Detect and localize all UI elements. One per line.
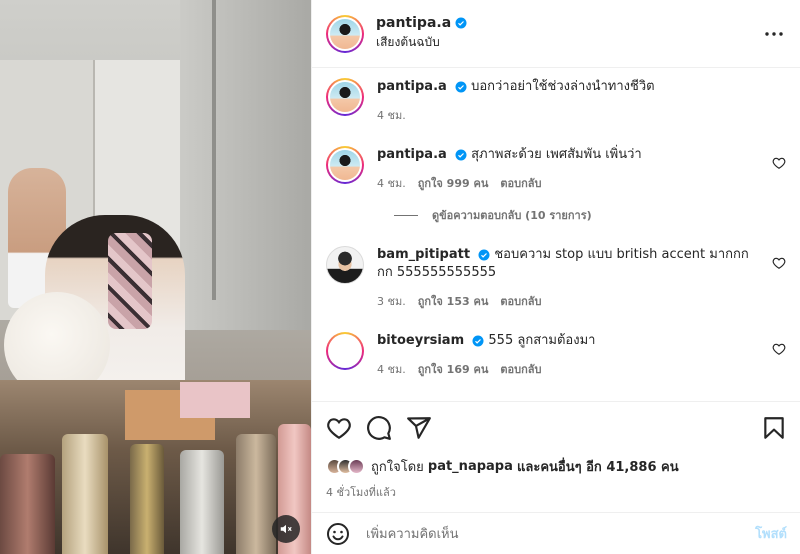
liker-avatars bbox=[326, 458, 365, 475]
share-icon[interactable] bbox=[406, 415, 432, 441]
comment-item: pantipa.a สุภาพสะด้วย เพศสัมพัน เพิ่นว่า… bbox=[326, 146, 786, 192]
timestamp[interactable]: 4 ชม. bbox=[377, 360, 406, 378]
post-caption: pantipa.a บอกว่าอย่าใช้ช่วงล่างนำทางชีวิ… bbox=[326, 78, 786, 124]
verified-icon bbox=[472, 335, 484, 346]
comment-text: สุภาพสะด้วย เพศสัมพัน เพิ่นว่า bbox=[471, 147, 642, 162]
liker-username[interactable]: pat_napapa bbox=[428, 459, 513, 474]
verified-icon bbox=[455, 17, 467, 29]
post-actions: ถูกใจโดย pat_napapa และคนอื่นๆ อีก 41,88… bbox=[312, 401, 800, 501]
avatar[interactable] bbox=[326, 246, 364, 284]
comment-username[interactable]: pantipa.a bbox=[377, 79, 447, 94]
post-viewer: pantipa.a เสียงต้นฉบับ pantipa.a บอกว่าอ… bbox=[0, 0, 800, 554]
comment-line: bam_pitipatt ชอบความ stop แบบ british ac… bbox=[377, 246, 756, 282]
verified-icon bbox=[478, 249, 490, 260]
reply-button[interactable]: ตอบกลับ bbox=[500, 360, 541, 378]
comment-input[interactable]: เพิ่มความคิดเห็น bbox=[366, 523, 755, 544]
more-options-button[interactable] bbox=[762, 22, 786, 46]
caption-text: บอกว่าอย่าใช้ช่วงล่างนำทางชีวิต bbox=[471, 79, 655, 94]
comment-line: bitoeyrsiam 555 ลูกสามต้องมา bbox=[377, 332, 756, 350]
comments-list[interactable]: pantipa.a บอกว่าอย่าใช้ช่วงล่างนำทางชีวิ… bbox=[312, 68, 800, 401]
comment-line: pantipa.a สุภาพสะด้วย เพศสัมพัน เพิ่นว่า bbox=[377, 146, 756, 164]
caption-line: pantipa.a บอกว่าอย่าใช้ช่วงล่างนำทางชีวิ… bbox=[377, 78, 756, 96]
comment-meta: 4 ชม. ถูกใจ 999 คน ตอบกลับ bbox=[377, 174, 756, 192]
likes-summary: ถูกใจโดย pat_napapa และคนอื่นๆ อีก 41,88… bbox=[326, 456, 787, 477]
reply-button[interactable]: ตอบกลับ bbox=[500, 292, 541, 310]
view-replies-button[interactable]: ดูข้อความตอบกลับ (10 รายการ) bbox=[394, 206, 786, 224]
heart-icon[interactable] bbox=[326, 415, 352, 441]
verified-icon bbox=[455, 149, 467, 160]
comment-username[interactable]: pantipa.a bbox=[377, 147, 447, 162]
avatar[interactable] bbox=[326, 146, 364, 184]
more-icon bbox=[765, 31, 783, 36]
bookmark-icon[interactable] bbox=[761, 415, 787, 441]
comment-item: bitoeyrsiam 555 ลูกสามต้องมา 4 ชม. ถูกใจ… bbox=[326, 332, 786, 378]
avatar[interactable] bbox=[326, 332, 364, 370]
post-video[interactable] bbox=[0, 0, 311, 554]
comment-meta: 3 ชม. ถูกใจ 153 คน ตอบกลับ bbox=[377, 292, 756, 310]
photo-bottle bbox=[180, 450, 224, 554]
heart-icon[interactable] bbox=[772, 156, 786, 170]
avatar[interactable] bbox=[326, 78, 364, 116]
bg-wall bbox=[180, 0, 311, 330]
heart-icon[interactable] bbox=[772, 342, 786, 356]
reply-button[interactable]: ตอบกลับ bbox=[500, 174, 541, 192]
timestamp[interactable]: 4 ชม. bbox=[377, 106, 406, 124]
bg-frame bbox=[212, 0, 216, 300]
caption-meta: 4 ชม. bbox=[377, 106, 756, 124]
comment-likes[interactable]: ถูกใจ 169 คน bbox=[418, 360, 489, 378]
comment-username[interactable]: bam_pitipatt bbox=[377, 247, 470, 262]
comment-meta: 4 ชม. ถูกใจ 169 คน ตอบกลับ bbox=[377, 360, 756, 378]
timestamp[interactable]: 4 ชม. bbox=[377, 174, 406, 192]
emoji-icon[interactable] bbox=[326, 522, 350, 546]
photo-box bbox=[180, 382, 250, 418]
photo-phone bbox=[108, 233, 152, 329]
likes-count[interactable]: และคนอื่นๆ อีก 41,886 คน bbox=[517, 456, 679, 477]
photo-bottle bbox=[236, 434, 276, 554]
action-bar bbox=[326, 414, 787, 442]
comment-likes[interactable]: ถูกใจ 999 คน bbox=[418, 174, 489, 192]
author-username[interactable]: pantipa.a bbox=[376, 15, 451, 31]
comment-item: bam_pitipatt ชอบความ stop แบบ british ac… bbox=[326, 246, 786, 310]
post-side-panel: pantipa.a เสียงต้นฉบับ pantipa.a บอกว่าอ… bbox=[311, 0, 800, 554]
likes-prefix: ถูกใจโดย bbox=[371, 460, 424, 475]
post-age[interactable]: 4 ชั่วโมงที่แล้ว bbox=[326, 483, 787, 501]
comment-username[interactable]: bitoeyrsiam bbox=[377, 333, 464, 348]
avatar bbox=[348, 458, 365, 475]
avatar[interactable] bbox=[326, 14, 364, 53]
verified-icon bbox=[455, 81, 467, 92]
photo-bottle bbox=[0, 454, 55, 554]
post-header: pantipa.a เสียงต้นฉบับ bbox=[312, 0, 800, 68]
audio-label[interactable]: เสียงต้นฉบับ bbox=[376, 33, 467, 52]
comment-text: 555 ลูกสามต้องมา bbox=[488, 333, 596, 348]
divider bbox=[394, 214, 418, 216]
photo-bottle bbox=[62, 434, 108, 554]
add-comment-bar: เพิ่มความคิดเห็น โพสต์ bbox=[312, 512, 800, 554]
timestamp[interactable]: 3 ชม. bbox=[377, 292, 406, 310]
mute-icon bbox=[280, 524, 292, 534]
heart-icon[interactable] bbox=[772, 256, 786, 270]
post-comment-button[interactable]: โพสต์ bbox=[755, 523, 787, 544]
comment-likes[interactable]: ถูกใจ 153 คน bbox=[418, 292, 489, 310]
comment-icon[interactable] bbox=[366, 415, 392, 441]
photo-bottle bbox=[130, 444, 164, 554]
mute-button[interactable] bbox=[272, 515, 300, 543]
author-row: pantipa.a bbox=[376, 15, 467, 31]
view-replies-label: ดูข้อความตอบกลับ (10 รายการ) bbox=[432, 209, 592, 222]
